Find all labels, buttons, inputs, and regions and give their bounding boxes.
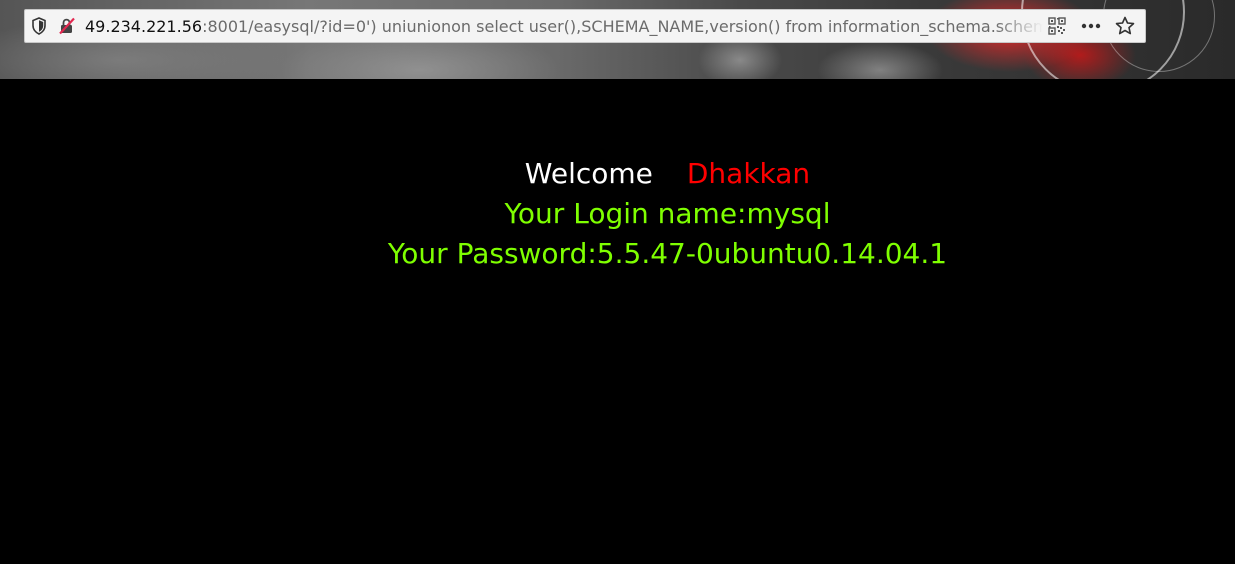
welcome-text: Welcome (524, 157, 653, 190)
insecure-lock-icon[interactable] (53, 10, 81, 42)
login-name-line: Your Login name:mysql (504, 197, 831, 230)
page-content: Welcome Dhakkan Your Login name:mysql You… (0, 79, 1235, 564)
address-bar-actions (1043, 10, 1145, 42)
more-horizontal-icon[interactable] (1077, 10, 1105, 42)
username-text: Dhakkan (686, 157, 811, 190)
shield-icon[interactable] (25, 10, 53, 42)
welcome-line: Welcome Dhakkan (50, 154, 1235, 194)
star-icon[interactable] (1111, 10, 1139, 42)
address-bar[interactable]: 49.234.221.56:8001/easysql/?id=0') uniun… (24, 9, 1146, 43)
browser-toolbar: 49.234.221.56:8001/easysql/?id=0') uniun… (0, 0, 1235, 79)
url-path: :8001/easysql/?id=0') uniunionon select … (202, 16, 1043, 36)
url-text[interactable]: 49.234.221.56:8001/easysql/?id=0') uniun… (81, 17, 1043, 36)
password-line: Your Password:5.5.47-0ubuntu0.14.04.1 (387, 237, 948, 270)
url-host: 49.234.221.56 (85, 16, 203, 36)
qr-code-icon[interactable] (1043, 10, 1071, 42)
